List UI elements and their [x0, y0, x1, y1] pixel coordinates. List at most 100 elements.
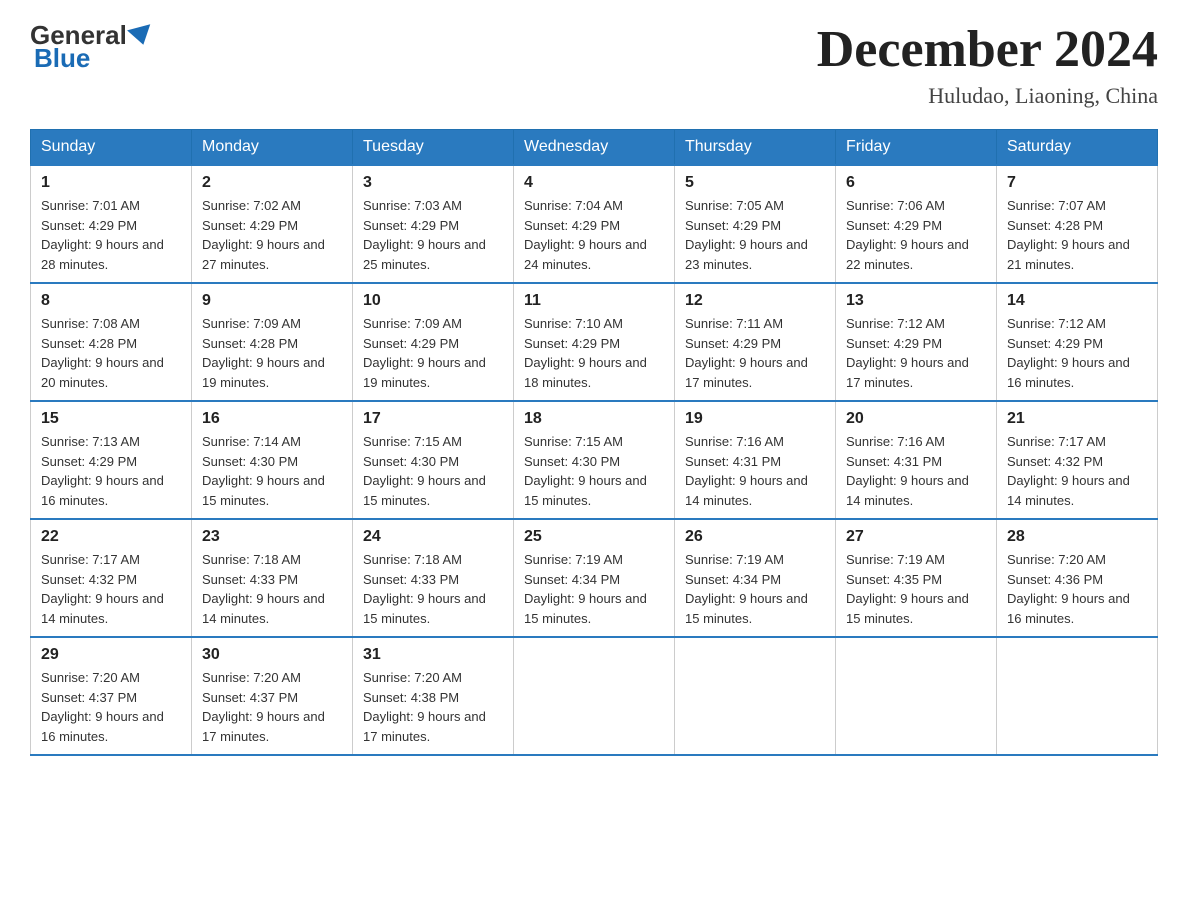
day-number: 17	[363, 410, 503, 428]
day-info: Sunrise: 7:17 AM Sunset: 4:32 PM Dayligh…	[1007, 432, 1147, 510]
day-info: Sunrise: 7:12 AM Sunset: 4:29 PM Dayligh…	[1007, 314, 1147, 392]
day-number: 18	[524, 410, 664, 428]
calendar-cell: 7 Sunrise: 7:07 AM Sunset: 4:28 PM Dayli…	[997, 165, 1158, 283]
day-info: Sunrise: 7:11 AM Sunset: 4:29 PM Dayligh…	[685, 314, 825, 392]
day-info: Sunrise: 7:19 AM Sunset: 4:34 PM Dayligh…	[524, 550, 664, 628]
calendar-table: SundayMondayTuesdayWednesdayThursdayFrid…	[30, 129, 1158, 756]
title-area: December 2024 Huludao, Liaoning, China	[817, 20, 1158, 109]
day-info: Sunrise: 7:06 AM Sunset: 4:29 PM Dayligh…	[846, 196, 986, 274]
day-info: Sunrise: 7:07 AM Sunset: 4:28 PM Dayligh…	[1007, 196, 1147, 274]
day-info: Sunrise: 7:20 AM Sunset: 4:37 PM Dayligh…	[41, 668, 181, 746]
day-info: Sunrise: 7:19 AM Sunset: 4:34 PM Dayligh…	[685, 550, 825, 628]
day-number: 12	[685, 292, 825, 310]
day-number: 27	[846, 528, 986, 546]
day-info: Sunrise: 7:09 AM Sunset: 4:29 PM Dayligh…	[363, 314, 503, 392]
day-number: 20	[846, 410, 986, 428]
day-info: Sunrise: 7:04 AM Sunset: 4:29 PM Dayligh…	[524, 196, 664, 274]
day-info: Sunrise: 7:19 AM Sunset: 4:35 PM Dayligh…	[846, 550, 986, 628]
day-number: 15	[41, 410, 181, 428]
week-row-3: 15 Sunrise: 7:13 AM Sunset: 4:29 PM Dayl…	[31, 401, 1158, 519]
week-row-5: 29 Sunrise: 7:20 AM Sunset: 4:37 PM Dayl…	[31, 637, 1158, 755]
day-info: Sunrise: 7:20 AM Sunset: 4:37 PM Dayligh…	[202, 668, 342, 746]
day-number: 22	[41, 528, 181, 546]
day-info: Sunrise: 7:05 AM Sunset: 4:29 PM Dayligh…	[685, 196, 825, 274]
day-number: 19	[685, 410, 825, 428]
calendar-cell: 11 Sunrise: 7:10 AM Sunset: 4:29 PM Dayl…	[514, 283, 675, 401]
calendar-cell: 16 Sunrise: 7:14 AM Sunset: 4:30 PM Dayl…	[192, 401, 353, 519]
day-info: Sunrise: 7:16 AM Sunset: 4:31 PM Dayligh…	[846, 432, 986, 510]
calendar-cell: 21 Sunrise: 7:17 AM Sunset: 4:32 PM Dayl…	[997, 401, 1158, 519]
weekday-header-row: SundayMondayTuesdayWednesdayThursdayFrid…	[31, 130, 1158, 166]
day-number: 16	[202, 410, 342, 428]
calendar-cell: 9 Sunrise: 7:09 AM Sunset: 4:28 PM Dayli…	[192, 283, 353, 401]
weekday-header-saturday: Saturday	[997, 130, 1158, 166]
calendar-cell: 15 Sunrise: 7:13 AM Sunset: 4:29 PM Dayl…	[31, 401, 192, 519]
calendar-cell: 8 Sunrise: 7:08 AM Sunset: 4:28 PM Dayli…	[31, 283, 192, 401]
day-number: 3	[363, 174, 503, 192]
day-number: 5	[685, 174, 825, 192]
day-number: 25	[524, 528, 664, 546]
day-info: Sunrise: 7:03 AM Sunset: 4:29 PM Dayligh…	[363, 196, 503, 274]
calendar-cell: 28 Sunrise: 7:20 AM Sunset: 4:36 PM Dayl…	[997, 519, 1158, 637]
calendar-cell: 22 Sunrise: 7:17 AM Sunset: 4:32 PM Dayl…	[31, 519, 192, 637]
day-number: 24	[363, 528, 503, 546]
day-info: Sunrise: 7:15 AM Sunset: 4:30 PM Dayligh…	[363, 432, 503, 510]
day-info: Sunrise: 7:18 AM Sunset: 4:33 PM Dayligh…	[202, 550, 342, 628]
day-number: 1	[41, 174, 181, 192]
weekday-header-wednesday: Wednesday	[514, 130, 675, 166]
calendar-cell	[514, 637, 675, 755]
week-row-1: 1 Sunrise: 7:01 AM Sunset: 4:29 PM Dayli…	[31, 165, 1158, 283]
day-info: Sunrise: 7:16 AM Sunset: 4:31 PM Dayligh…	[685, 432, 825, 510]
day-info: Sunrise: 7:13 AM Sunset: 4:29 PM Dayligh…	[41, 432, 181, 510]
calendar-cell: 13 Sunrise: 7:12 AM Sunset: 4:29 PM Dayl…	[836, 283, 997, 401]
day-number: 2	[202, 174, 342, 192]
weekday-header-sunday: Sunday	[31, 130, 192, 166]
day-info: Sunrise: 7:15 AM Sunset: 4:30 PM Dayligh…	[524, 432, 664, 510]
calendar-cell	[675, 637, 836, 755]
logo-blue-text: Blue	[34, 43, 90, 74]
calendar-cell: 1 Sunrise: 7:01 AM Sunset: 4:29 PM Dayli…	[31, 165, 192, 283]
weekday-header-friday: Friday	[836, 130, 997, 166]
day-number: 23	[202, 528, 342, 546]
logo: General Blue	[30, 20, 155, 74]
day-number: 30	[202, 646, 342, 664]
day-number: 9	[202, 292, 342, 310]
day-info: Sunrise: 7:14 AM Sunset: 4:30 PM Dayligh…	[202, 432, 342, 510]
location-title: Huludao, Liaoning, China	[817, 83, 1158, 109]
day-number: 31	[363, 646, 503, 664]
day-number: 28	[1007, 528, 1147, 546]
calendar-cell	[997, 637, 1158, 755]
day-info: Sunrise: 7:20 AM Sunset: 4:36 PM Dayligh…	[1007, 550, 1147, 628]
calendar-cell: 20 Sunrise: 7:16 AM Sunset: 4:31 PM Dayl…	[836, 401, 997, 519]
calendar-cell: 18 Sunrise: 7:15 AM Sunset: 4:30 PM Dayl…	[514, 401, 675, 519]
calendar-cell: 4 Sunrise: 7:04 AM Sunset: 4:29 PM Dayli…	[514, 165, 675, 283]
day-info: Sunrise: 7:09 AM Sunset: 4:28 PM Dayligh…	[202, 314, 342, 392]
calendar-cell: 2 Sunrise: 7:02 AM Sunset: 4:29 PM Dayli…	[192, 165, 353, 283]
calendar-cell: 6 Sunrise: 7:06 AM Sunset: 4:29 PM Dayli…	[836, 165, 997, 283]
day-number: 14	[1007, 292, 1147, 310]
calendar-cell: 10 Sunrise: 7:09 AM Sunset: 4:29 PM Dayl…	[353, 283, 514, 401]
day-number: 6	[846, 174, 986, 192]
calendar-cell: 14 Sunrise: 7:12 AM Sunset: 4:29 PM Dayl…	[997, 283, 1158, 401]
calendar-cell: 19 Sunrise: 7:16 AM Sunset: 4:31 PM Dayl…	[675, 401, 836, 519]
day-info: Sunrise: 7:20 AM Sunset: 4:38 PM Dayligh…	[363, 668, 503, 746]
calendar-cell: 30 Sunrise: 7:20 AM Sunset: 4:37 PM Dayl…	[192, 637, 353, 755]
day-info: Sunrise: 7:17 AM Sunset: 4:32 PM Dayligh…	[41, 550, 181, 628]
month-title: December 2024	[817, 20, 1158, 79]
day-number: 10	[363, 292, 503, 310]
weekday-header-monday: Monday	[192, 130, 353, 166]
calendar-cell: 24 Sunrise: 7:18 AM Sunset: 4:33 PM Dayl…	[353, 519, 514, 637]
day-info: Sunrise: 7:12 AM Sunset: 4:29 PM Dayligh…	[846, 314, 986, 392]
day-number: 13	[846, 292, 986, 310]
day-number: 11	[524, 292, 664, 310]
day-info: Sunrise: 7:18 AM Sunset: 4:33 PM Dayligh…	[363, 550, 503, 628]
day-number: 8	[41, 292, 181, 310]
day-number: 26	[685, 528, 825, 546]
week-row-4: 22 Sunrise: 7:17 AM Sunset: 4:32 PM Dayl…	[31, 519, 1158, 637]
weekday-header-thursday: Thursday	[675, 130, 836, 166]
calendar-cell: 29 Sunrise: 7:20 AM Sunset: 4:37 PM Dayl…	[31, 637, 192, 755]
day-number: 21	[1007, 410, 1147, 428]
calendar-cell: 27 Sunrise: 7:19 AM Sunset: 4:35 PM Dayl…	[836, 519, 997, 637]
calendar-cell: 17 Sunrise: 7:15 AM Sunset: 4:30 PM Dayl…	[353, 401, 514, 519]
header: General Blue December 2024 Huludao, Liao…	[30, 20, 1158, 109]
